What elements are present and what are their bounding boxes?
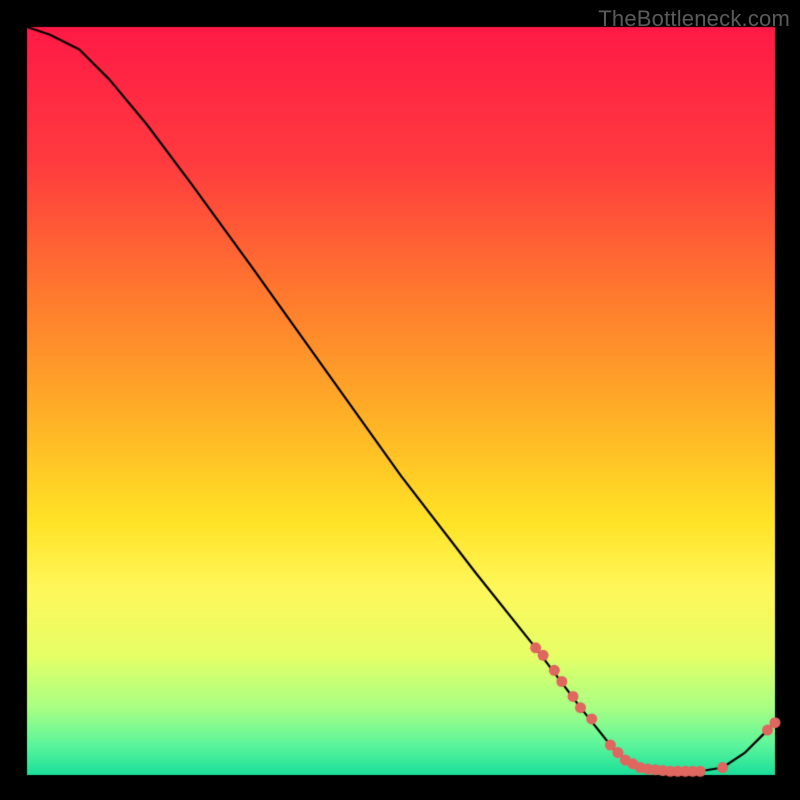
chart-container: TheBottleneck.com (0, 0, 800, 800)
watermark-text: TheBottleneck.com (598, 6, 790, 32)
bottleneck-chart-canvas (0, 0, 800, 800)
